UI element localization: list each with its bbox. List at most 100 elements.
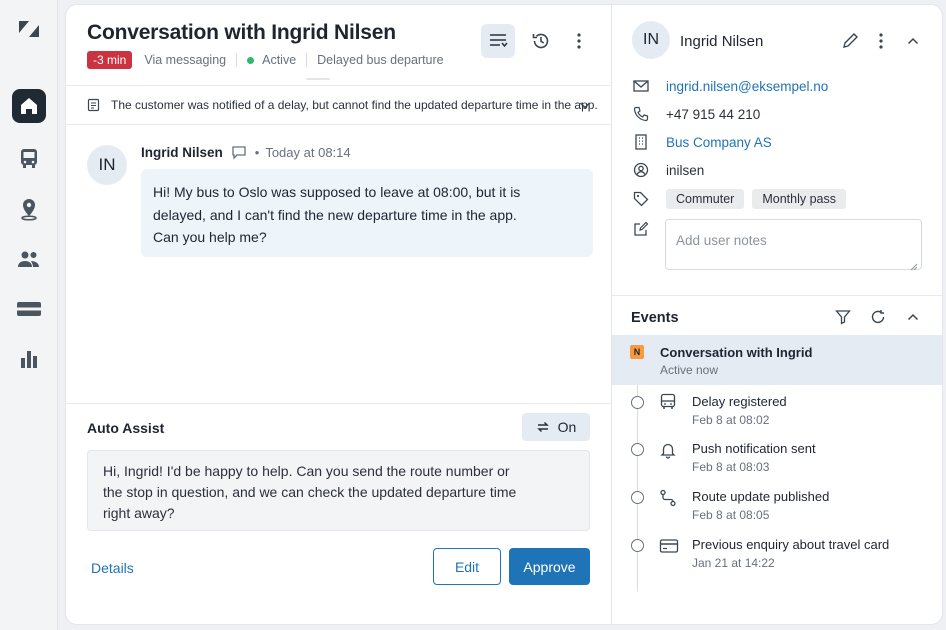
more-vertical-icon	[577, 33, 581, 49]
refresh-icon[interactable]	[870, 309, 886, 330]
events-header: Events	[612, 295, 942, 335]
home-icon[interactable]	[12, 89, 46, 123]
message-bubble: Hi! My bus to Oslo was supposed to leave…	[141, 169, 593, 257]
suggested-reply[interactable]: Hi, Ingrid! I'd be happy to help. Can yo…	[87, 450, 590, 531]
customer-email-row: ingrid.nilsen@eksempel.no	[632, 76, 828, 96]
event-title[interactable]: Push notification sent	[692, 441, 816, 456]
reports-icon[interactable]	[12, 342, 46, 376]
auto-assist-toggle[interactable]: On	[522, 413, 590, 441]
card-icon	[659, 538, 679, 559]
status-label: Active	[262, 53, 297, 67]
customer-username-row: inilsen	[632, 160, 704, 180]
message-line: Hi! My bus to Oslo was supposed to leave…	[153, 184, 521, 200]
customer-avatar: IN	[632, 21, 670, 59]
ticket-icon[interactable]	[12, 292, 46, 326]
approve-button[interactable]: Approve	[509, 548, 590, 585]
building-icon	[632, 133, 650, 151]
resize-handle[interactable]	[306, 78, 330, 80]
left-nav	[0, 0, 58, 630]
customer-email[interactable]: ingrid.nilsen@eksempel.no	[666, 79, 828, 94]
suggested-reply-line: right away?	[103, 505, 175, 521]
customer-username: inilsen	[666, 162, 705, 178]
bell-icon	[659, 441, 677, 464]
channel-label: Via messaging	[144, 53, 227, 67]
auto-assist-panel: Auto Assist On Hi, Ingrid! I'd be happy …	[66, 403, 612, 624]
event-subtitle: Jan 21 at 14:22	[692, 556, 775, 570]
customer-phone: +47 915 44 210	[666, 106, 761, 122]
phone-icon	[632, 105, 650, 123]
tag-monthly-pass[interactable]: Monthly pass	[752, 189, 846, 209]
note-icon	[633, 221, 649, 242]
timeline-node	[631, 539, 644, 552]
summary-toggle-button[interactable]	[481, 24, 515, 58]
subject-label: Delayed bus departure	[317, 53, 444, 67]
user-notes-field[interactable]: Add user notes	[665, 219, 922, 270]
mail-icon	[632, 77, 650, 95]
list-icon	[490, 34, 508, 48]
tag-icon	[632, 190, 650, 208]
resize-grip-icon[interactable]	[910, 258, 918, 276]
sla-badge: -3 min	[87, 51, 133, 69]
customer-organization[interactable]: Bus Company AS	[666, 135, 772, 150]
message-avatar: IN	[87, 145, 127, 185]
event-subtitle: Active now	[660, 363, 719, 377]
event-item-active[interactable]	[612, 335, 942, 385]
bus-icon[interactable]	[12, 141, 46, 175]
summary-icon	[87, 98, 100, 112]
edit-button[interactable]: Edit	[433, 548, 501, 585]
suggested-reply-line: Hi, Ingrid! I'd be happy to help. Can yo…	[103, 463, 510, 479]
customer-tags-row: Commuter Monthly pass	[632, 189, 854, 209]
status-dot-icon	[247, 56, 255, 64]
tag-commuter[interactable]: Commuter	[666, 189, 745, 209]
chevron-up-icon[interactable]	[906, 34, 920, 53]
history-icon	[532, 33, 549, 49]
more-vertical-icon[interactable]	[878, 32, 884, 55]
customer-panel: IN Ingrid Nilsen ingrid.nilsen@eksempel.…	[612, 5, 942, 624]
conversation-panel: Conversation with Ingrid Nilsen -3 min V…	[66, 5, 612, 624]
message-line: Can you help me?	[153, 229, 267, 245]
chevron-down-icon[interactable]	[578, 98, 592, 112]
timeline-node	[631, 443, 644, 456]
event-title[interactable]: Conversation with Ingrid	[660, 345, 812, 360]
events-title: Events	[631, 310, 679, 326]
edit-icon[interactable]	[842, 32, 859, 54]
chat-bubble-icon	[232, 146, 246, 160]
users-icon[interactable]	[12, 242, 46, 276]
event-title[interactable]: Route update published	[692, 489, 829, 504]
meta-divider	[236, 53, 238, 67]
meta-divider	[306, 53, 308, 67]
message-separator: •	[254, 145, 260, 160]
history-button[interactable]	[524, 24, 558, 58]
event-title[interactable]: Delay registered	[692, 394, 787, 409]
more-options-button[interactable]	[562, 24, 596, 58]
customer-phone-row: +47 915 44 210	[632, 104, 760, 124]
details-link[interactable]: Details	[91, 560, 134, 576]
suggested-reply-line: the stop in question, and we can check t…	[103, 484, 517, 500]
conversation-title: Conversation with Ingrid Nilsen	[87, 21, 396, 44]
customer-name: Ingrid Nilsen	[680, 33, 764, 50]
timeline-node	[631, 396, 644, 409]
sync-icon	[536, 421, 549, 433]
filter-icon[interactable]	[835, 309, 851, 330]
event-subtitle: Feb 8 at 08:02	[692, 413, 770, 427]
event-subtitle: Feb 8 at 08:05	[692, 508, 770, 522]
chevron-up-icon[interactable]	[906, 310, 920, 329]
timeline-node	[631, 491, 644, 504]
route-icon	[659, 489, 677, 512]
summary-text: The customer was notified of a delay, bu…	[111, 98, 598, 112]
message-header: Ingrid Nilsen • Today at 08:14	[141, 145, 351, 160]
zendesk-logo-icon[interactable]	[12, 12, 46, 46]
auto-assist-toggle-label: On	[557, 419, 577, 435]
auto-assist-title: Auto Assist	[87, 420, 165, 436]
bus-icon	[659, 393, 677, 416]
customer-organization-row: Bus Company AS	[632, 132, 772, 152]
event-subtitle: Feb 8 at 08:03	[692, 460, 770, 474]
ai-summary-bar[interactable]: The customer was notified of a delay, bu…	[66, 85, 612, 125]
message-sender: Ingrid Nilsen	[141, 145, 223, 160]
workspace-card: Conversation with Ingrid Nilsen -3 min V…	[65, 4, 943, 625]
conversation-meta: -3 min Via messaging Active Delayed bus …	[87, 51, 444, 69]
event-channel-badge: N	[630, 345, 644, 359]
message-line: delayed, and I can't find the new depart…	[153, 206, 517, 223]
location-icon[interactable]	[12, 192, 46, 226]
event-title[interactable]: Previous enquiry about travel card	[692, 537, 889, 552]
